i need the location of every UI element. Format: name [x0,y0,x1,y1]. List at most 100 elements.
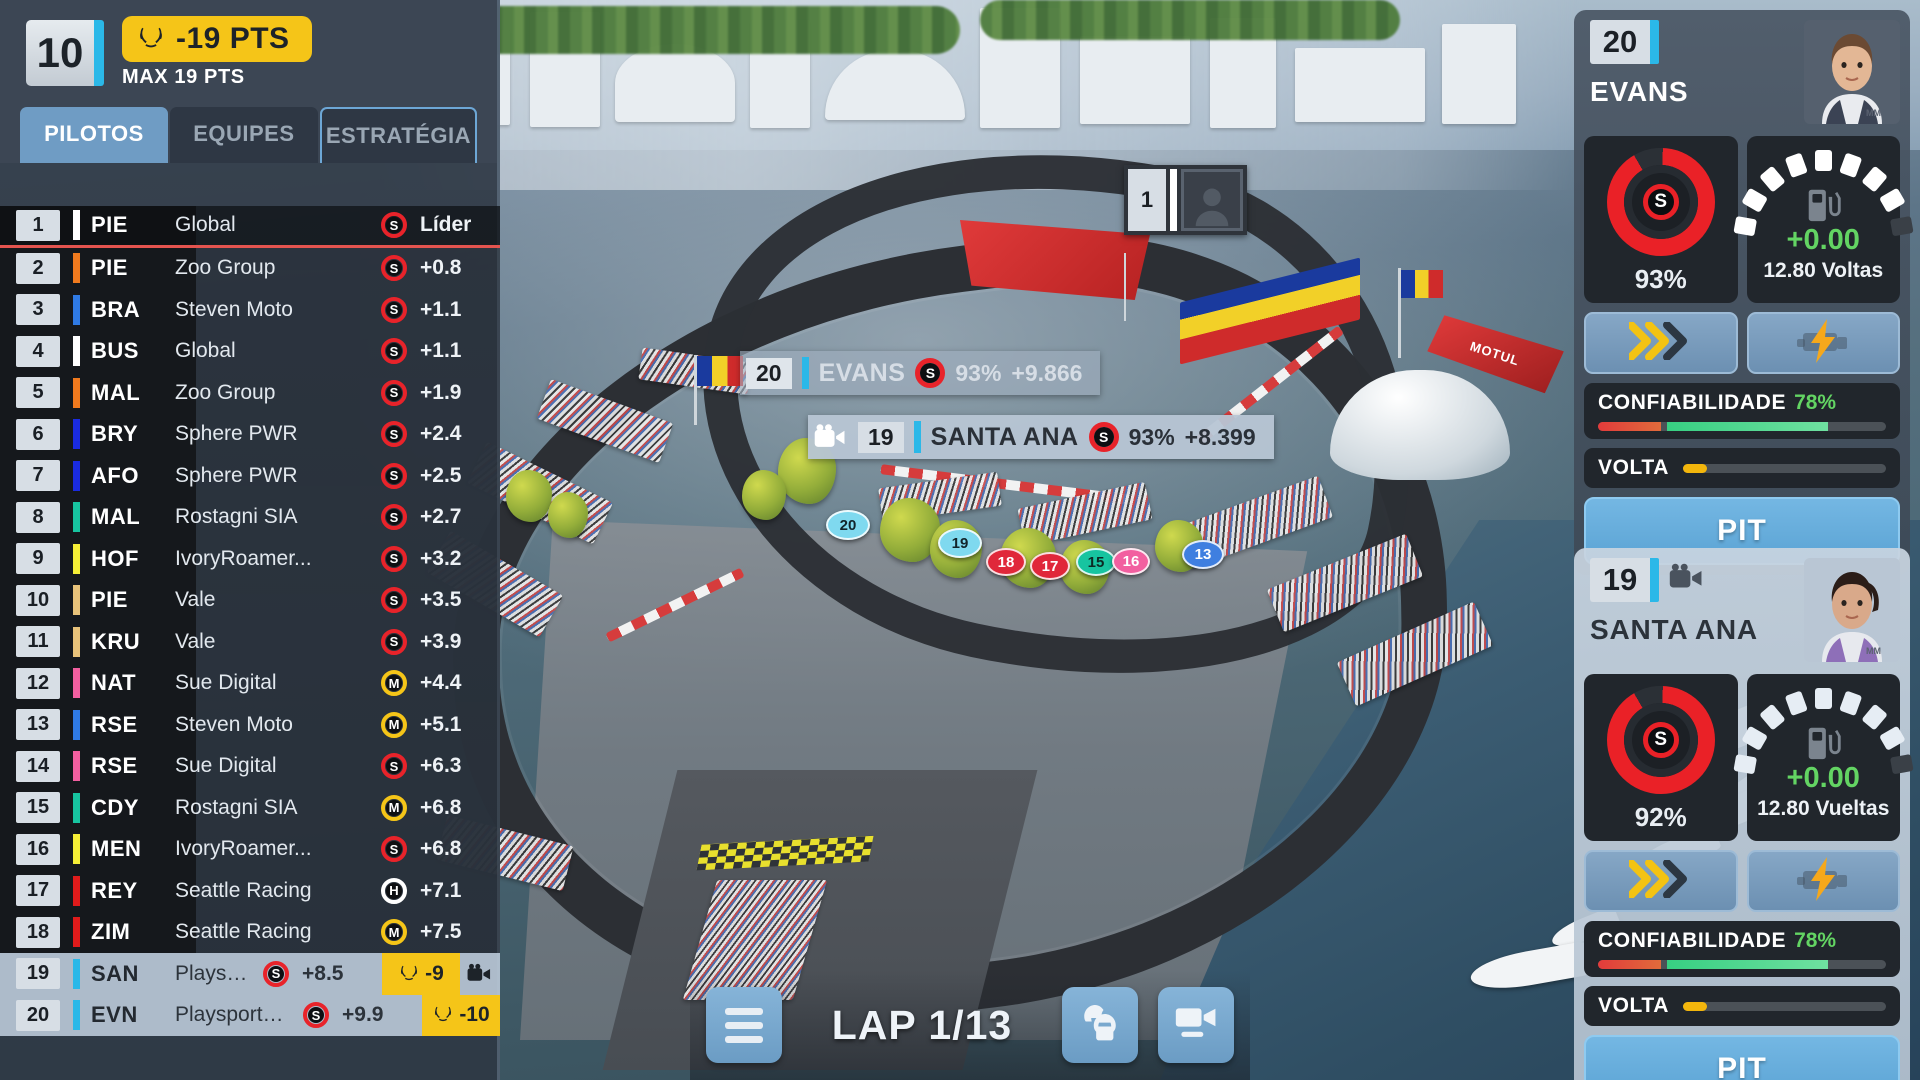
fuel-gauge: +0.00 12.80 Voltas [1733,136,1914,303]
track-name-tag-santa-ana[interactable]: 19 SANTA ANA S 93% +8.399 [808,415,1274,459]
lap-counter: LAP 1/13 [831,1001,1013,1048]
table-row[interactable]: 13 RSE Steven Moto M +5.1 [0,704,500,746]
tyre-badge: S [915,358,946,388]
row-gap: +1.9 [420,380,462,404]
fuel-pump-icon [1805,184,1841,224]
car-marker[interactable]: 19 [938,528,982,558]
row-driver-abbr: RSE [91,711,138,737]
row-position: 7 [16,460,60,492]
team-color-bar [73,834,80,865]
table-row[interactable]: 16 MEN IvoryRoamer... S +6.8 [0,828,500,870]
row-team-name: Steven Moto [175,297,293,321]
row-tyre: S [374,338,414,365]
boost-button[interactable] [1746,850,1900,912]
fuel-gauge: +0.00 12.80 Vueltas [1733,674,1914,841]
tab-pilotos[interactable]: PILOTOS [20,107,168,163]
video-camera-icon [814,424,848,450]
tag-gap: +8.399 [1184,423,1256,450]
table-row[interactable]: 8 MAL Rostagni SIA S +2.7 [0,496,500,538]
video-camera-icon[interactable] [1669,563,1707,598]
engine-lightning-icon [1795,318,1851,368]
fuel-laps: 12.80 Vueltas [1757,797,1890,820]
team-color-bar [73,958,80,989]
row-position: 12 [16,667,60,699]
pit-button[interactable]: PIT [1584,1035,1900,1080]
table-row[interactable]: 11 KRU Vale S +3.9 [0,621,500,663]
row-driver-abbr: NAT [91,670,137,696]
panel-tabs: PILOTOS EQUIPES ESTRATÉGIA [0,103,497,163]
car-marker[interactable]: 15 [1076,548,1116,576]
row-gap: +6.8 [420,837,462,861]
boost-button[interactable] [1746,312,1900,374]
row-tyre: S [374,836,414,863]
table-row[interactable]: 14 RSE Sue Digital S +6.3 [0,745,500,787]
car-marker[interactable]: 18 [986,548,1026,576]
driver-card-evans[interactable]: 20 EVANS MM S 93% +0.00 12.80 Voltas CONFIABILI… [1574,10,1914,575]
lap-label: VOLTA [1598,994,1670,1017]
table-row[interactable]: 12 NAT Sue Digital M +4.4 [0,662,500,704]
helmets-button[interactable] [1062,987,1138,1063]
table-row[interactable]: 9 HOF IvoryRoamer... S +3.2 [0,538,500,580]
tab-estrategia[interactable]: ESTRATÉGIA [319,107,477,163]
row-driver-abbr: CDY [91,794,139,820]
table-row[interactable]: 7 AFO Sphere PWR S +2.5 [0,455,500,497]
car-marker[interactable]: 17 [1030,552,1070,580]
lap-label: VOLTA [1598,456,1670,479]
team-color-bar [73,668,80,699]
lap-progress-row: VOLTA [1584,448,1900,488]
reliability-red-segment [1598,422,1662,431]
table-row[interactable]: 2 PIE Zoo Group S +0.8 [0,247,500,289]
table-row[interactable]: 10 PIE Vale S +3.5 [0,579,500,621]
row-driver-abbr: BUS [91,338,139,364]
tag-accent-bar [801,357,809,389]
row-position: 9 [16,543,60,575]
standings-list[interactable]: 1 PIE Global S Líder 2 PIE Zoo Group S +0.8 3 BRA St… [0,206,500,1080]
fuel-segment [1784,152,1808,179]
table-row[interactable]: 19 SAN Playsport Ra... S +8.5 -9 [0,953,500,995]
tyre-compound-badge: S [1642,722,1679,758]
table-row[interactable]: 15 CDY Rostagni SIA M +6.8 [0,787,500,829]
leader-pin-box[interactable]: 1 [1124,165,1247,235]
tyre-letter: S [271,966,281,982]
track-name-tag-evans[interactable]: 20 EVANS S 93% +9.866 [740,351,1101,395]
reliability-red-segment [1598,960,1662,969]
table-row[interactable]: 17 REY Seattle Racing H +7.1 [0,870,500,912]
table-row[interactable]: 1 PIE Global S Líder [0,206,500,248]
table-row[interactable]: 18 ZIM Seattle Racing M +7.5 [0,911,500,953]
fuel-segment [1758,703,1786,731]
double-chevron-icon [1626,858,1693,903]
team-color-bar [73,585,80,616]
driver-card-santa-ana[interactable]: 19 SANTA ANA MM S 92% +0.00 12.80 Vueltas CONFI… [1574,548,1914,1080]
row-position: 8 [16,501,60,533]
car-marker[interactable]: 16 [1112,548,1150,575]
tyre-letter: S [389,426,399,442]
table-row[interactable]: 3 BRA Steven Moto S +1.1 [0,289,500,331]
tab-equipes[interactable]: EQUIPES [169,107,318,163]
row-team-name: Playsport Ra... [175,1003,296,1027]
table-row[interactable]: 20 EVN Playsport Ra... S +9.9 -10 [0,994,500,1036]
camera-button[interactable] [1158,987,1234,1063]
row-driver-abbr: BRY [91,421,139,447]
card-driver-name: EVANS [1590,76,1689,107]
menu-button[interactable] [706,987,782,1063]
hamburger-menu-icon [725,1007,763,1043]
car-marker[interactable]: 13 [1182,540,1224,569]
tyre-gauge: S 92% [1584,674,1738,841]
row-driver-abbr: BRA [91,296,141,322]
table-row[interactable]: 4 BUS Global S +1.1 [0,330,500,372]
car-marker[interactable]: 20 [826,510,870,540]
row-driver-abbr: ZIM [91,919,131,945]
row-gap: +6.3 [420,754,462,778]
push-button[interactable] [1584,850,1738,912]
double-chevron-icon [1626,320,1693,365]
bottom-control-bar: LAP 1/13 [690,970,1250,1080]
row-team-name: Vale [175,629,216,653]
row-gap: +9.9 [342,1003,384,1027]
table-row[interactable]: 6 BRY Sphere PWR S +2.4 [0,413,500,455]
row-team-name: Sue Digital [175,754,277,778]
push-button[interactable] [1584,312,1738,374]
video-camera-icon[interactable] [460,963,500,985]
fuel-segment [1814,688,1832,709]
row-team-name: Seattle Racing [175,920,312,944]
table-row[interactable]: 5 MAL Zoo Group S +1.9 [0,372,500,414]
